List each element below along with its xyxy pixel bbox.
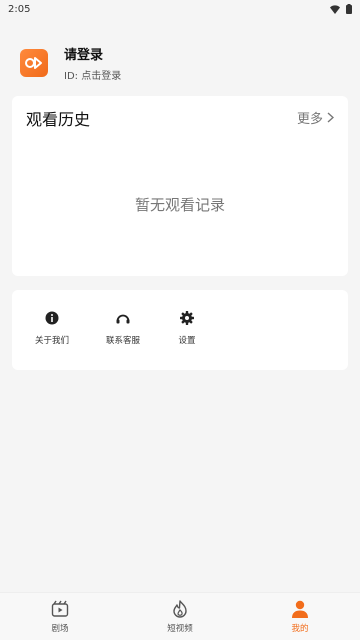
flame-icon [173, 600, 187, 618]
tab-mine-label: 我的 [291, 624, 309, 634]
info-icon [45, 311, 59, 325]
bottom-navigation: 剧场 短视频 我的 [0, 592, 360, 640]
login-prompt[interactable]: 请登录 [64, 44, 121, 63]
contact-support-label: 联系客服 [105, 336, 140, 346]
settings-label: 设置 [178, 336, 196, 346]
tab-short-video[interactable]: 短视频 [120, 593, 240, 640]
theater-icon [51, 600, 69, 617]
watch-history-card: 观看历史 更多 暂无观看记录 [12, 96, 348, 276]
user-id-text[interactable]: ID: 点击登录 [64, 67, 121, 82]
tab-theater-label: 剧场 [51, 624, 69, 634]
tab-short-video-label: 短视频 [167, 624, 193, 634]
watch-history-title: 观看历史 [26, 110, 91, 129]
app-logo-icon [25, 57, 42, 69]
more-history-link[interactable]: 更多 [297, 108, 334, 127]
status-icons [330, 4, 352, 14]
user-icon [292, 600, 308, 618]
tab-mine[interactable]: 我的 [240, 593, 360, 640]
contact-support-button[interactable]: 联系客服 [88, 310, 158, 346]
tab-theater[interactable]: 剧场 [0, 593, 120, 640]
status-time: 2:05 [8, 3, 31, 15]
services-card: 关于我们 联系客服 设置 [12, 290, 348, 370]
chevron-right-icon [327, 112, 334, 123]
gear-icon [180, 311, 194, 325]
wifi-icon [330, 4, 340, 14]
status-bar: 2:05 [0, 0, 360, 18]
more-history-label: 更多 [296, 112, 323, 127]
settings-button[interactable]: 设置 [152, 310, 222, 346]
profile-header[interactable]: 请登录 ID: 点击登录 [20, 44, 121, 82]
battery-icon [346, 4, 352, 14]
headset-icon [116, 314, 130, 324]
about-us-button[interactable]: 关于我们 [17, 310, 87, 346]
about-us-label: 关于我们 [34, 336, 69, 346]
empty-history-message: 暂无观看记录 [134, 196, 225, 214]
app-logo [20, 49, 48, 77]
